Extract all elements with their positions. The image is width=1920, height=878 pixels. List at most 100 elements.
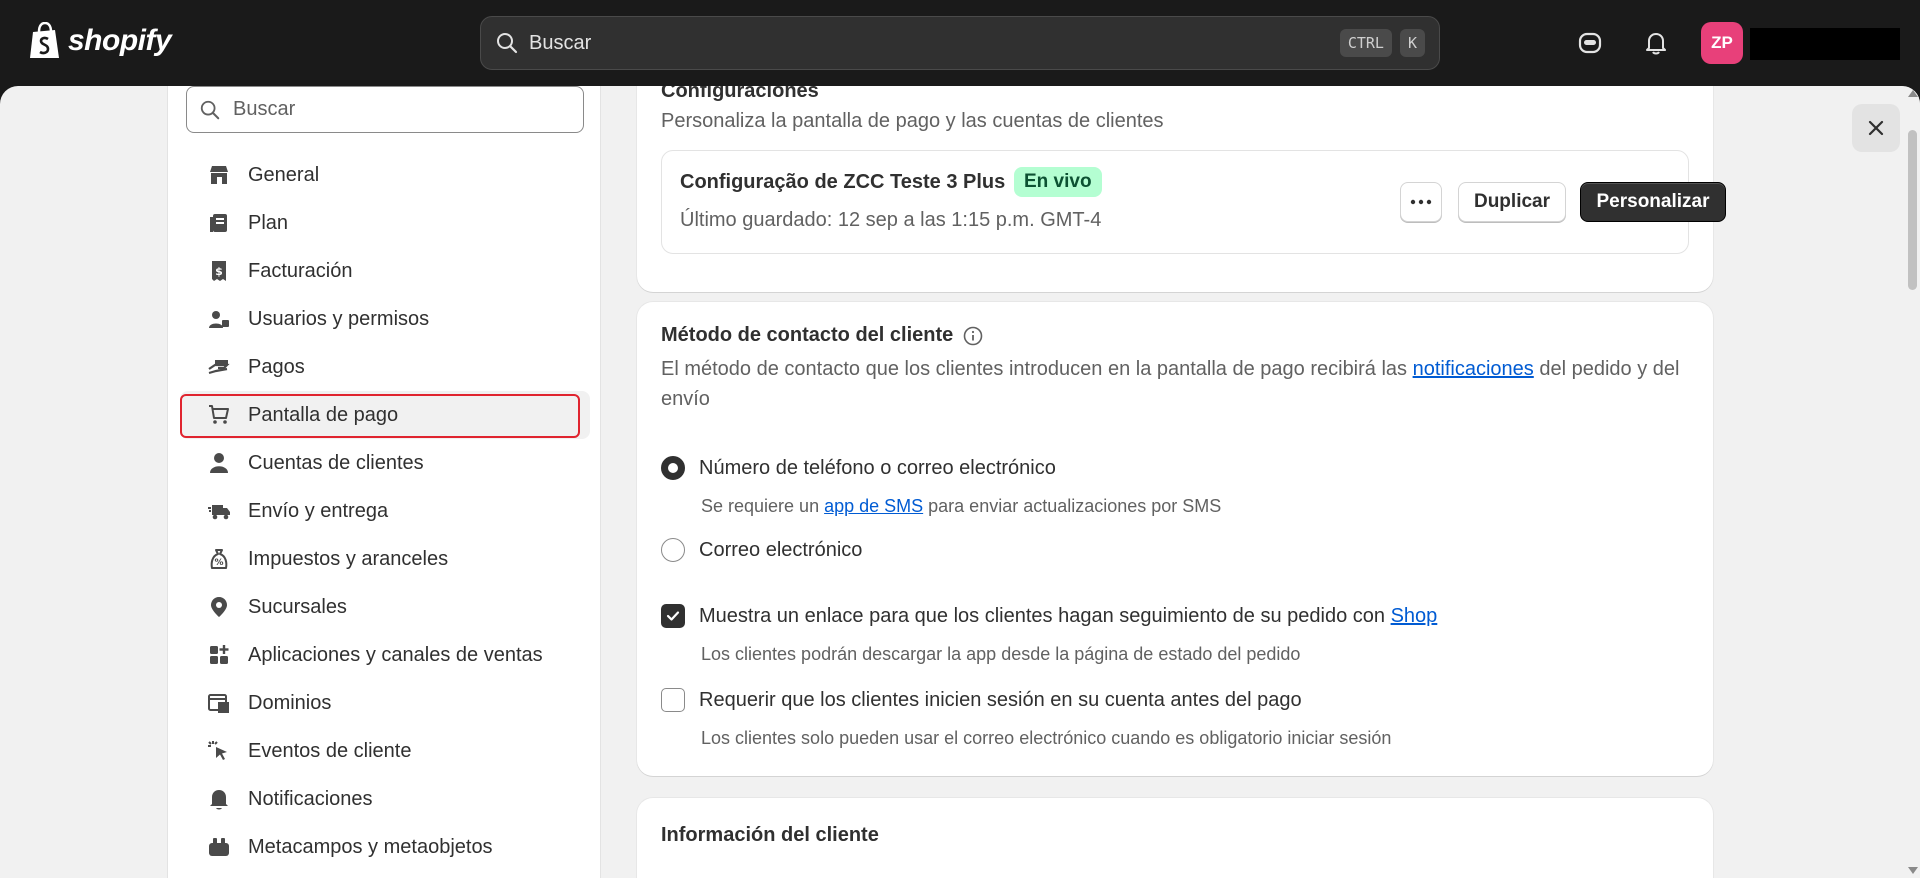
sidebar-item-customer-accounts[interactable]: Cuentas de clientes	[180, 439, 590, 487]
sidebar-item-label: Usuarios y permisos	[248, 307, 430, 330]
status-badge: En vivo	[1014, 167, 1102, 197]
checkbox-track-order[interactable]	[661, 604, 685, 628]
tax-icon: %	[206, 546, 232, 572]
settings-sheet: Buscar General Plan $ Facturación Usuari…	[0, 86, 1920, 878]
configurations-card: Configuraciones Personaliza la pantalla …	[637, 86, 1726, 292]
radio-email[interactable]	[661, 538, 685, 562]
avatar[interactable]: ZP	[1701, 22, 1743, 64]
settings-sidebar: Buscar General Plan $ Facturación Usuari…	[167, 86, 601, 878]
location-icon	[206, 594, 232, 620]
sms-help-text: Se requiere un app de SMS para enviar ac…	[701, 496, 1221, 517]
bell-icon	[206, 786, 232, 812]
cursor-icon	[206, 738, 232, 764]
svg-text:$: $	[215, 265, 223, 278]
sidebar-item-label: Plan	[248, 211, 289, 234]
store-icon	[206, 162, 232, 188]
last-saved-text: Último guardado: 12 sep a las 1:15 p.m. …	[680, 209, 1102, 231]
domains-icon	[206, 690, 232, 716]
notifications-link[interactable]: notificaciones	[1413, 358, 1534, 380]
sidebar-item-label: Impuestos y aranceles	[248, 547, 449, 570]
sidebar-item-label: Sucursales	[248, 595, 347, 618]
checkbox-require-login[interactable]	[661, 688, 685, 712]
metafields-icon	[206, 834, 232, 860]
account-name: Z	[1750, 41, 1751, 42]
radio-phone-or-email[interactable]	[661, 456, 685, 480]
option-email[interactable]: Correo electrónico	[661, 538, 862, 562]
sidebar-item-plan[interactable]: Plan	[180, 199, 590, 247]
main-content: Configuraciones Personaliza la pantalla …	[637, 86, 1726, 878]
option-require-login[interactable]: Requerir que los clientes inicien sesión…	[661, 688, 1302, 712]
ellipsis-icon	[1410, 199, 1432, 205]
sidebar-item-label: Aplicaciones y canales de ventas	[248, 643, 543, 666]
sidekick-button[interactable]	[1574, 27, 1606, 59]
sidebar-item-customer-events[interactable]: Eventos de cliente	[180, 727, 590, 775]
sidekick-icon	[1578, 32, 1602, 54]
sidebar-item-label: Pagos	[248, 355, 305, 378]
track-label-text: Muestra un enlace para que los clientes …	[699, 604, 1391, 627]
sidebar-item-metafields[interactable]: Metacampos y metaobjetos	[180, 823, 590, 871]
sidebar-item-label: General	[248, 163, 320, 186]
sidebar-item-general[interactable]: General	[180, 151, 590, 199]
sidebar-item-shipping[interactable]: Envío y entrega	[180, 487, 590, 535]
sidebar-item-notifications[interactable]: Notificaciones	[180, 775, 590, 823]
sidebar-item-label: Metacampos y metaobjetos	[248, 835, 493, 858]
shopify-logo[interactable]: shopify	[28, 22, 172, 60]
contact-method-description: El método de contacto que los clientes i…	[661, 354, 1691, 414]
sidebar-item-billing[interactable]: $ Facturación	[180, 247, 590, 295]
settings-search-input[interactable]: Buscar	[186, 86, 584, 133]
notifications-button[interactable]	[1640, 27, 1672, 59]
sms-help-before: Se requiere un	[701, 496, 825, 516]
track-help-text: Los clientes podrán descargar la app des…	[701, 644, 1301, 664]
plan-icon	[206, 210, 232, 236]
account-name-redacted[interactable]: Z	[1750, 28, 1900, 60]
customize-button[interactable]: Personalizar	[1580, 182, 1726, 222]
close-button[interactable]	[1852, 104, 1900, 152]
bell-icon	[1646, 33, 1666, 55]
scroll-up-arrow[interactable]	[1908, 90, 1918, 97]
option-track-order[interactable]: Muestra un enlace para que los clientes …	[661, 604, 1437, 628]
sidebar-item-users[interactable]: Usuarios y permisos	[180, 295, 590, 343]
configurations-title: Configuraciones	[661, 86, 819, 102]
sidebar-item-payments[interactable]: Pagos	[180, 343, 590, 391]
truck-icon	[206, 498, 232, 524]
checkmark-icon	[666, 611, 680, 621]
sidebar-item-apps[interactable]: Aplicaciones y canales de ventas	[180, 631, 590, 679]
contact-method-card: Método de contacto del cliente El método…	[637, 302, 1713, 776]
settings-search-placeholder: Buscar	[233, 98, 296, 120]
apps-icon	[206, 642, 232, 668]
person-icon	[206, 450, 232, 476]
sidebar-item-label: Pantalla de pago	[248, 403, 399, 426]
sidebar-item-locations[interactable]: Sucursales	[180, 583, 590, 631]
sidebar-item-domains[interactable]: Dominios	[180, 679, 590, 727]
option-label: Requerir que los clientes inicien sesión…	[699, 688, 1302, 711]
more-actions-button[interactable]	[1400, 182, 1442, 222]
configurations-subtitle: Personaliza la pantalla de pago y las cu…	[661, 110, 1164, 132]
close-icon	[1868, 120, 1884, 136]
global-search-bar[interactable]: Buscar CTRL K	[480, 16, 1440, 70]
logo-text: shopify	[68, 24, 172, 57]
scrollbar-thumb[interactable]	[1908, 130, 1917, 290]
duplicate-button[interactable]: Duplicar	[1458, 182, 1566, 222]
users-icon	[206, 306, 232, 332]
sidebar-item-label: Cuentas de clientes	[248, 451, 424, 474]
option-label: Muestra un enlace para que los clientes …	[699, 605, 1437, 628]
shortcut-key-k: K	[1399, 29, 1425, 57]
info-icon[interactable]	[963, 326, 983, 346]
shop-link[interactable]: Shop	[1391, 605, 1438, 627]
customer-info-card: Información del cliente	[637, 798, 1713, 878]
configuration-name: Configuração de ZCC Teste 3 Plus	[680, 171, 1006, 193]
billing-icon: $	[206, 258, 232, 284]
option-phone-or-email[interactable]: Número de teléfono o correo electrónico	[661, 456, 1056, 480]
sidebar-item-taxes[interactable]: % Impuestos y aranceles	[180, 535, 590, 583]
sidebar-item-label: Eventos de cliente	[248, 739, 412, 762]
search-icon	[200, 100, 220, 119]
sidebar-item-checkout[interactable]: Pantalla de pago	[180, 391, 590, 439]
sms-app-link[interactable]: app de SMS	[824, 496, 923, 516]
sms-help-after: para enviar actualizaciones por SMS	[923, 496, 1222, 516]
scroll-down-arrow[interactable]	[1908, 867, 1918, 874]
customer-info-title: Información del cliente	[661, 824, 879, 846]
contact-method-title: Método de contacto del cliente	[661, 324, 983, 347]
svg-text:%: %	[214, 558, 223, 568]
page-scrollbar[interactable]	[1905, 86, 1920, 878]
global-search-placeholder: Buscar	[529, 31, 592, 54]
